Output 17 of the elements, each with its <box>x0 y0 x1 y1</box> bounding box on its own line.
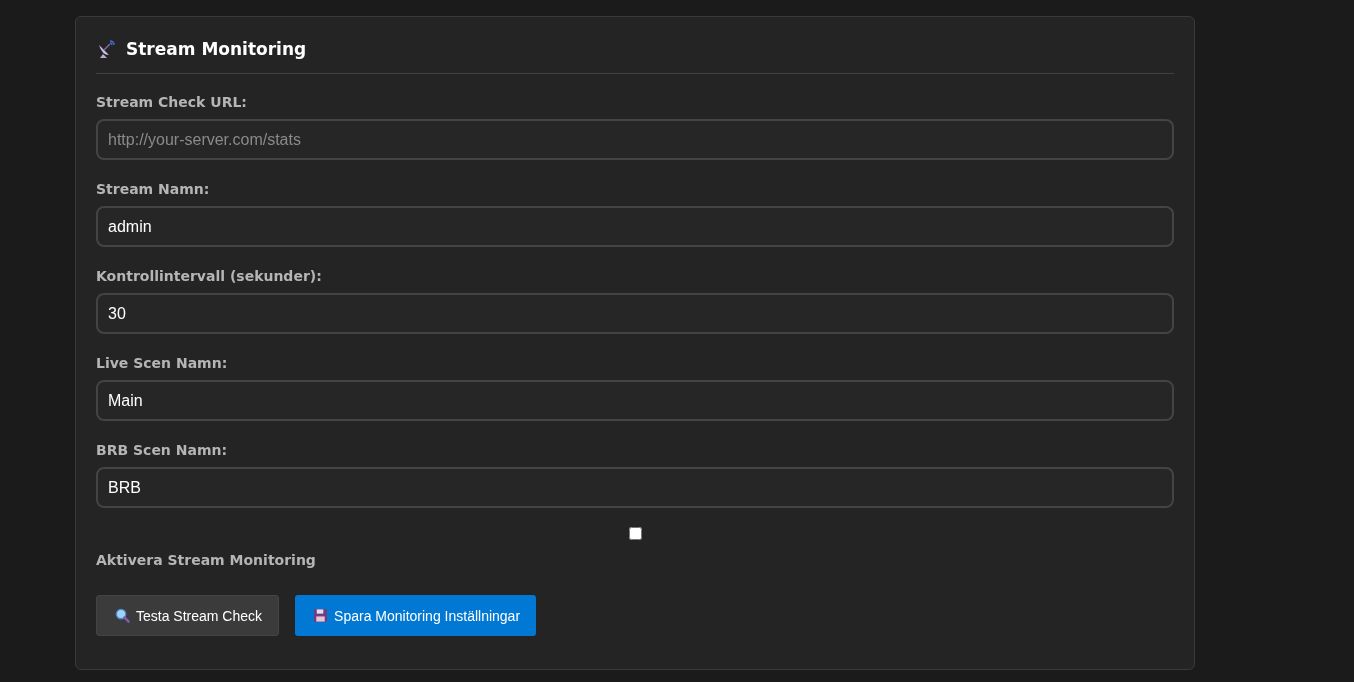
satellite-dish-icon <box>96 39 116 59</box>
checkbox-label: Aktivera Stream Monitoring <box>96 552 316 568</box>
field-label: Kontrollintervall (sekunder): <box>96 268 323 284</box>
search-icon <box>115 608 130 623</box>
input-field[interactable]: 30 <box>96 293 1174 334</box>
input-field[interactable]: Main <box>96 380 1174 421</box>
test-button[interactable]: Testa Stream Check <box>96 595 280 636</box>
field-label: Stream Check URL: <box>96 94 248 110</box>
checkbox[interactable] <box>628 527 642 540</box>
input-field[interactable]: http://your-server.com/stats <box>96 119 1174 160</box>
field-label: BRB Scen Namn: <box>96 442 229 458</box>
panel-title: Stream Monitoring <box>126 39 307 59</box>
field-label: Stream Namn: <box>96 181 211 197</box>
save-button[interactable]: Spara Monitoring Inställningar <box>295 595 537 636</box>
input-field[interactable]: admin <box>96 206 1174 247</box>
field-label: Live Scen Namn: <box>96 355 229 371</box>
input-field[interactable]: BRB <box>96 467 1174 508</box>
